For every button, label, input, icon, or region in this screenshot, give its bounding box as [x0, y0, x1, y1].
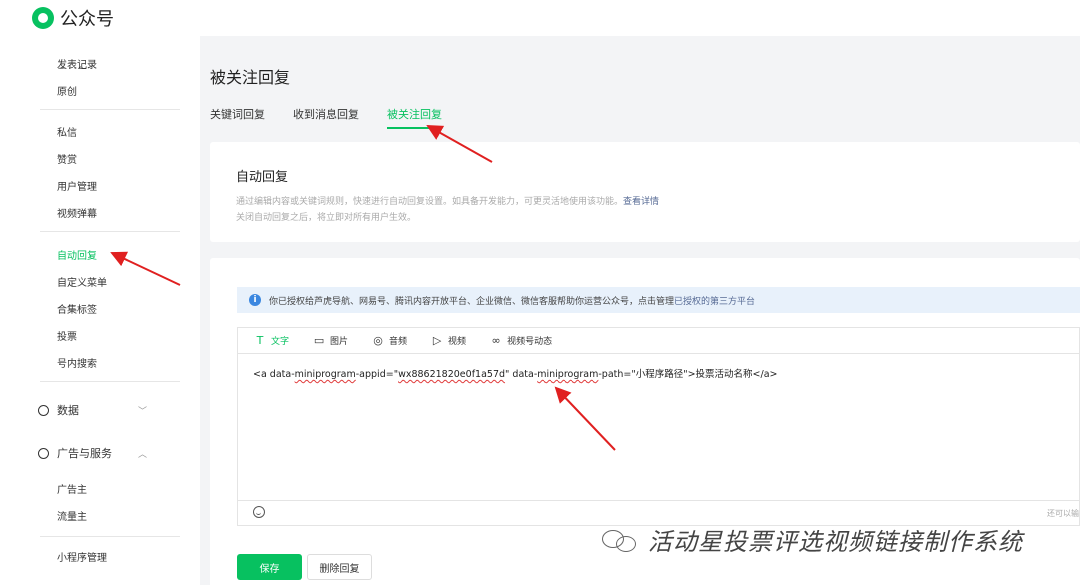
text-icon: T [256, 334, 264, 347]
tool-image[interactable]: ▭ 图片 [313, 334, 348, 347]
details-link[interactable]: 查看详情 [623, 197, 659, 207]
authorization-notice: i 你已授权给芦虎导航、网易号、腾讯内容开放平台、企业微信、微信客服帮助你运营公… [237, 287, 1080, 313]
sidebar-item-publisher[interactable]: 流量主 [57, 508, 87, 523]
tab-message-reply[interactable]: 收到消息回复 [293, 106, 359, 129]
sidebar-item-collection-tags[interactable]: 合集标签 [57, 301, 97, 316]
notice-text: 你已授权给芦虎导航、网易号、腾讯内容开放平台、企业微信、微信客服帮助你运营公众号… [269, 296, 675, 307]
sidebar-divider [40, 536, 180, 537]
chevron-up-icon: ︿ [138, 449, 148, 460]
sidebar-divider [40, 231, 180, 232]
tool-channels[interactable]: ∞ 视频号动态 [490, 334, 552, 347]
sidebar-divider [40, 381, 180, 382]
reply-content-input[interactable]: <a data-miniprogram-appid="wx88621820e0f… [253, 366, 778, 380]
third-party-platform-link[interactable]: 已授权的第三方平台 [674, 294, 755, 307]
top-bar: 公众号 [0, 0, 1080, 36]
sidebar-item-auto-reply[interactable]: 自动回复 [57, 247, 97, 262]
clock-icon [38, 404, 49, 416]
watermark-text: 活动星投票评选视频链接制作系统 [648, 528, 1023, 556]
sidebar-item-mini-program[interactable]: 小程序管理 [57, 549, 107, 564]
compass-icon [38, 447, 49, 459]
auto-reply-card: 自动回复 通过编辑内容或关键词规则，快速进行自动回复设置。如具备开发能力，可更灵… [210, 142, 1080, 242]
watermark: 活动星投票评选视频链接制作系统 [600, 522, 1023, 557]
video-icon: ▷ [432, 334, 442, 347]
auto-reply-note: 关闭自动回复之后，将立即对所有用户生效。 [236, 213, 417, 223]
wechat-watermark-icon [600, 526, 640, 554]
tool-video[interactable]: ▷ 视频 [431, 334, 466, 347]
sidebar-item-custom-menu[interactable]: 自定义菜单 [57, 274, 107, 289]
sidebar-divider [40, 109, 180, 110]
wechat-logo-icon[interactable] [32, 7, 54, 29]
emoji-icon[interactable] [253, 506, 265, 518]
image-icon: ▭ [313, 334, 325, 347]
sidebar-group-ads-services[interactable]: 广告与服务 ︿ [38, 445, 148, 461]
audio-icon: ◎ [373, 334, 383, 347]
char-counter: 还可以输 [1047, 509, 1079, 518]
tool-text[interactable]: T 文字 [254, 334, 289, 347]
sidebar-item-in-account-search[interactable]: 号内搜索 [57, 355, 97, 370]
main-content: 被关注回复 关键词回复 收到消息回复 被关注回复 自动回复 通过编辑内容或关键词… [200, 36, 1080, 585]
sidebar-item-user-management[interactable]: 用户管理 [57, 178, 97, 193]
tab-keyword-reply[interactable]: 关键词回复 [210, 106, 265, 129]
sidebar-group-label: 广告与服务 [57, 447, 112, 460]
chevron-down-icon: ﹀ [138, 406, 148, 417]
channels-icon: ∞ [491, 334, 501, 347]
page-title: 被关注回复 [210, 68, 291, 87]
sidebar-item-rewards[interactable]: 赞赏 [57, 151, 77, 166]
sidebar-item-messages[interactable]: 私信 [57, 124, 77, 139]
sidebar-group-data[interactable]: 数据 ﹀ [38, 402, 148, 418]
sidebar-item-vote[interactable]: 投票 [57, 328, 77, 343]
sidebar-item-video-danmaku[interactable]: 视频弹幕 [57, 205, 97, 220]
tab-bar: 关键词回复 收到消息回复 被关注回复 [210, 106, 470, 129]
editor-toolbar: T 文字 ▭ 图片 ◎ 音频 ▷ 视频 ∞ 视频号动态 [238, 328, 1079, 354]
auto-reply-description: 通过编辑内容或关键词规则，快速进行自动回复设置。如具备开发能力，可更灵活地使用该… [236, 197, 660, 207]
info-icon: i [249, 294, 261, 306]
sidebar-group-label: 数据 [57, 404, 79, 417]
sidebar-item-publish-records[interactable]: 发表记录 [57, 56, 97, 71]
reply-editor: T 文字 ▭ 图片 ◎ 音频 ▷ 视频 ∞ 视频号动态 <a data-miniprogr… [237, 327, 1080, 526]
sidebar-item-advertiser[interactable]: 广告主 [57, 481, 87, 496]
app-title[interactable]: 公众号 [60, 5, 114, 31]
auto-reply-title: 自动回复 [236, 170, 289, 185]
delete-reply-button[interactable]: 删除回复 [307, 554, 372, 580]
save-button[interactable]: 保存 [237, 554, 302, 580]
sidebar: 素材库 发表记录 原创 私信 赞赏 用户管理 视频弹幕 自动回复 自定义菜单 合… [0, 36, 200, 585]
sidebar-item-original[interactable]: 原创 [57, 83, 77, 98]
tab-follow-reply[interactable]: 被关注回复 [387, 106, 442, 129]
tool-audio[interactable]: ◎ 音频 [372, 334, 407, 347]
